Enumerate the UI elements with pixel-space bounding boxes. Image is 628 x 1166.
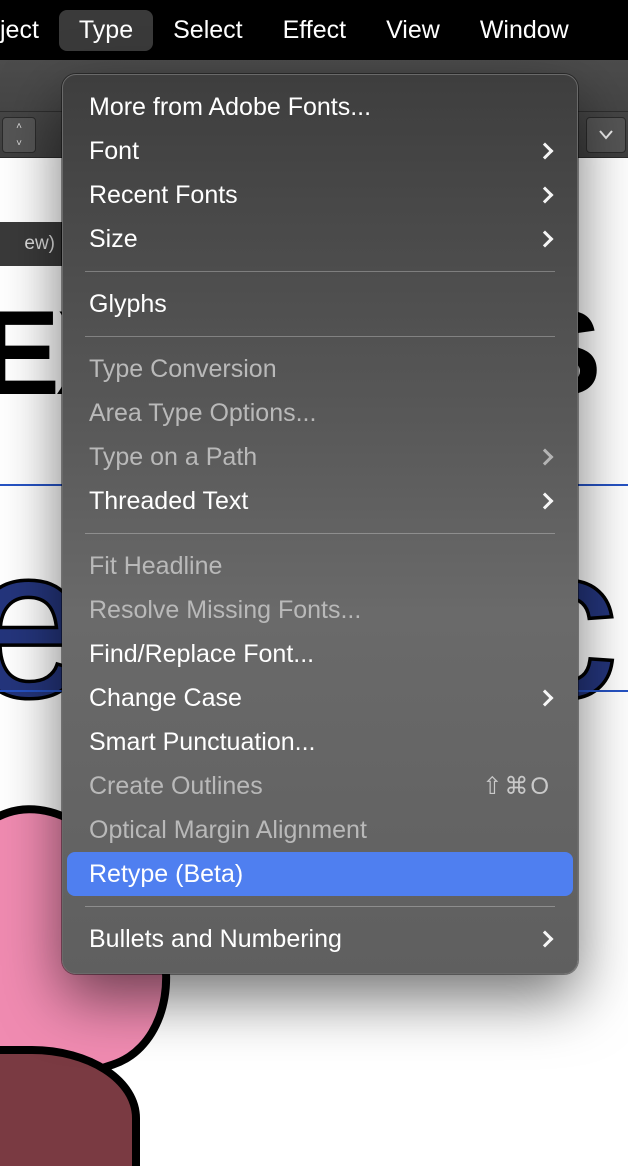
menu-item-label: Find/Replace Font... — [89, 640, 551, 669]
menu-separator — [85, 271, 555, 272]
menu-window[interactable]: Window — [460, 10, 589, 51]
menu-type[interactable]: Type — [59, 10, 153, 51]
chevron-down-icon — [599, 130, 613, 140]
menu-label: ject — [0, 16, 39, 44]
chevron-right-icon — [537, 143, 554, 160]
menu-shortcut: ⇧⌘O — [482, 772, 551, 801]
stepper-up-icon[interactable]: ˄ — [3, 118, 35, 135]
menu-item-label: Retype (Beta) — [89, 860, 551, 889]
menu-item-label: Type on a Path — [89, 443, 539, 472]
menu-item-create-outlines: Create Outlines ⇧⌘O — [67, 764, 573, 808]
menubar: ject Type Select Effect View Window — [0, 0, 628, 60]
menu-item-fit-headline: Fit Headline — [67, 544, 573, 588]
menu-label: View — [386, 16, 440, 44]
menu-item-label: Area Type Options... — [89, 399, 551, 428]
menu-item-retype-beta[interactable]: Retype (Beta) — [67, 852, 573, 896]
chevron-right-icon — [537, 690, 554, 707]
menu-item-font[interactable]: Font — [67, 129, 573, 173]
menu-item-label: Threaded Text — [89, 487, 539, 516]
menu-item-area-type-options: Area Type Options... — [67, 391, 573, 435]
menu-item-label: Recent Fonts — [89, 181, 539, 210]
stepper-down-icon[interactable]: ˅ — [3, 135, 35, 152]
menu-item-size[interactable]: Size — [67, 217, 573, 261]
menu-item-type-conversion: Type Conversion — [67, 347, 573, 391]
menu-item-change-case[interactable]: Change Case — [67, 676, 573, 720]
chevron-right-icon — [537, 187, 554, 204]
menu-item-label: Smart Punctuation... — [89, 728, 551, 757]
menu-item-label: Glyphs — [89, 290, 551, 319]
menu-item-label: Optical Margin Alignment — [89, 816, 551, 845]
menu-label: Effect — [283, 16, 346, 44]
menu-object[interactable]: ject — [0, 10, 59, 51]
menu-item-label: Change Case — [89, 684, 539, 713]
type-menu-dropdown: More from Adobe Fonts... Font Recent Fon… — [62, 74, 578, 974]
menu-item-label: Font — [89, 137, 539, 166]
menu-label: Select — [173, 16, 242, 44]
chevron-right-icon — [537, 449, 554, 466]
menu-item-recent-fonts[interactable]: Recent Fonts — [67, 173, 573, 217]
chevron-right-icon — [537, 231, 554, 248]
chevron-right-icon — [537, 931, 554, 948]
menu-item-find-replace-font[interactable]: Find/Replace Font... — [67, 632, 573, 676]
menu-separator — [85, 336, 555, 337]
menu-item-smart-punctuation[interactable]: Smart Punctuation... — [67, 720, 573, 764]
menu-item-resolve-missing-fonts: Resolve Missing Fonts... — [67, 588, 573, 632]
menu-item-glyphs[interactable]: Glyphs — [67, 282, 573, 326]
menu-item-label: Type Conversion — [89, 355, 551, 384]
menu-item-label: Bullets and Numbering — [89, 925, 539, 954]
chevron-right-icon — [537, 493, 554, 510]
menu-view[interactable]: View — [366, 10, 460, 51]
menu-item-label: Fit Headline — [89, 552, 551, 581]
menu-item-label: Size — [89, 225, 539, 254]
tab-label: ew) — [24, 233, 55, 255]
menu-effect[interactable]: Effect — [263, 10, 366, 51]
menu-separator — [85, 533, 555, 534]
document-tab-fragment[interactable]: ew) — [0, 222, 62, 266]
menu-item-threaded-text[interactable]: Threaded Text — [67, 479, 573, 523]
menu-item-more-adobe-fonts[interactable]: More from Adobe Fonts... — [67, 85, 573, 129]
menu-item-label: More from Adobe Fonts... — [89, 93, 551, 122]
menu-label: Window — [480, 16, 569, 44]
menu-label: Type — [79, 16, 133, 44]
menu-item-type-on-path: Type on a Path — [67, 435, 573, 479]
menu-item-bullets-numbering[interactable]: Bullets and Numbering — [67, 917, 573, 961]
menu-item-label: Create Outlines — [89, 772, 482, 801]
menu-select[interactable]: Select — [153, 10, 262, 51]
menu-item-optical-margin-alignment: Optical Margin Alignment — [67, 808, 573, 852]
menu-item-label: Resolve Missing Fonts... — [89, 596, 551, 625]
menu-separator — [85, 906, 555, 907]
dropdown-toggle[interactable] — [586, 117, 626, 153]
value-stepper[interactable]: ˄ ˅ — [2, 117, 36, 153]
